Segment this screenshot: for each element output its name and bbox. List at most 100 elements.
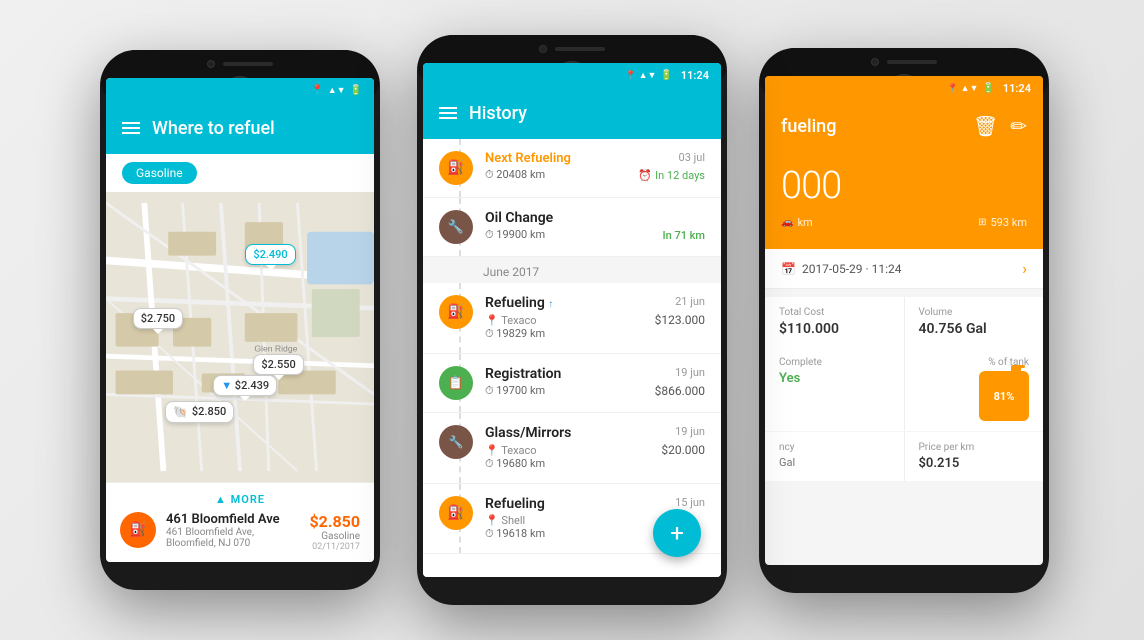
history-item-refueling-1[interactable]: ⛽ Refueling ↑ 21 jun 📍 Texaco $123.000: [423, 283, 721, 354]
glass-km: ⏱ 19680 km: [485, 457, 705, 471]
phone-right: 📍 ▲▼ 🔋 11:24 fueling 🗑 ✏ 000: [759, 48, 1049, 593]
next-refueling-icon: ⛽: [439, 151, 473, 185]
efficiency-cell: ncy Gal: [765, 432, 904, 481]
price-bubble-shell[interactable]: 🐚 $2.850: [165, 401, 234, 423]
glass-icon: 🔧: [439, 425, 473, 459]
glass-sub: 📍 Texaco $20.000: [485, 443, 705, 457]
detail-date: 2017-05-29 · 11:24: [802, 262, 902, 276]
app-bar-left: Where to refuel: [106, 102, 374, 154]
history-item-oil-change[interactable]: 🔧 Oil Change ⏱ 19900 km In 71 km: [423, 198, 721, 257]
refueling-2-title: Refueling: [485, 496, 545, 512]
refueling-1-content: Refueling ↑ 21 jun 📍 Texaco $123.000 ⏱ 1…: [485, 295, 705, 341]
next-refueling-header: Next Refueling 03 jul: [485, 151, 705, 166]
scene: 📍▲▼🔋 Where to refuel Gasoline: [0, 0, 1144, 640]
station-name: 461 Bloomfield Ave: [166, 512, 299, 527]
filter-bar: Gasoline: [106, 154, 374, 192]
station-address: 461 Bloomfield Ave, Bloomfield, NJ 070: [166, 527, 299, 549]
camera-center: [539, 45, 547, 53]
next-refueling-days: ⏰ In 12 days: [638, 169, 705, 182]
registration-icon: 📋: [439, 366, 473, 400]
oil-change-icon: 🔧: [439, 210, 473, 244]
filter-gasoline[interactable]: Gasoline: [122, 162, 197, 184]
next-refueling-content: Next Refueling 03 jul ⏱ 20408 km ⏰ In 12…: [485, 151, 705, 182]
metrics-grid: Total Cost $110.000 Volume 40.756 Gal: [765, 297, 1043, 347]
detail-arrow[interactable]: ›: [1022, 259, 1027, 278]
status-icons-right: 📍 ▲▼ 🔋 11:24: [947, 82, 1031, 95]
more-button[interactable]: ▲ MORE: [120, 493, 360, 512]
glass-title: Glass/Mirrors: [485, 425, 571, 441]
glass-header: Glass/Mirrors 19 jun: [485, 425, 705, 441]
next-refueling-date: 03 jul: [679, 151, 705, 164]
phone-center: 📍 ▲▼ 🔋 11:24 History: [417, 35, 727, 605]
glass-content: Glass/Mirrors 19 jun 📍 Texaco $20.000 ⏱ …: [485, 425, 705, 471]
screen-left: 📍▲▼🔋 Where to refuel Gasoline: [106, 78, 374, 562]
complete-cell: Complete Yes: [765, 347, 904, 431]
detail-stats-row: 🚗 km ⊞ 593 km: [781, 216, 1027, 229]
station-row: ⛽ 461 Bloomfield Ave 461 Bloomfield Ave,…: [120, 512, 360, 552]
menu-icon-center[interactable]: [439, 107, 457, 119]
refueling-1-date: 21 jun: [675, 295, 705, 308]
detail-km-label: km: [797, 216, 812, 229]
camera-right: [871, 58, 879, 66]
history-item-glass[interactable]: 🔧 Glass/Mirrors 19 jun 📍 Texaco $20.000 …: [423, 413, 721, 484]
bottom-row: ncy Gal Price per km $0.215: [765, 432, 1043, 481]
station-price: $2.850: [309, 512, 360, 531]
map-area[interactable]: Glen Ridge $2.490 $2.750 $2.550 ▼ $2.439…: [106, 192, 374, 482]
price-bubble-2[interactable]: $2.750: [133, 308, 183, 329]
complete-value: Yes: [779, 371, 890, 386]
speaker-left: [223, 62, 273, 66]
camera-left: [207, 60, 215, 68]
next-refueling-title: Next Refueling: [485, 151, 571, 166]
price-bubble-1[interactable]: $2.490: [245, 244, 295, 265]
tank-icon: 81%: [979, 371, 1029, 421]
total-cost-label: Total Cost: [779, 307, 890, 318]
station-date: 02/11/2017: [309, 542, 360, 552]
refueling-1-icon: ⛽: [439, 295, 473, 329]
menu-icon-left[interactable]: [122, 122, 140, 134]
delete-icon[interactable]: 🗑: [973, 114, 998, 138]
phone-left: 📍▲▼🔋 Where to refuel Gasoline: [100, 50, 380, 590]
fab-button[interactable]: +: [653, 509, 701, 557]
volume-value: 40.756 Gal: [919, 321, 1030, 337]
oil-change-km: ⏱ 19900 km: [485, 228, 545, 242]
tank-cell: % of tank 81%: [905, 347, 1044, 431]
next-refueling-km: ⏱ 20408 km: [485, 168, 545, 182]
refueling-1-location: 📍 Texaco: [485, 314, 537, 327]
efficiency-label: ncy: [779, 442, 890, 453]
history-item-registration[interactable]: 📋 Registration 19 jun ⏱ 19700 km $866.00…: [423, 354, 721, 413]
glass-amount: $20.000: [661, 443, 705, 457]
tank-indicator-row: 81%: [979, 371, 1029, 421]
detail-date-card: 📅 2017-05-29 · 11:24 ›: [765, 249, 1043, 289]
registration-title: Registration: [485, 366, 561, 382]
registration-sub: ⏱ 19700 km $866.000: [485, 384, 705, 398]
status-icons-left: 📍▲▼🔋: [311, 85, 362, 96]
status-icons-center: 📍 ▲▼ 🔋 11:24: [625, 69, 709, 82]
station-fuel: Gasoline: [309, 531, 360, 542]
detail-hero: 000 🚗 km ⊞ 593 km: [765, 152, 1043, 249]
station-price-info: $2.850 Gasoline 02/11/2017: [309, 512, 360, 552]
refueling-1-title: Refueling ↑: [485, 295, 553, 311]
price-bubble-3[interactable]: $2.550: [253, 354, 303, 375]
refueling-2-date: 15 jun: [675, 496, 705, 509]
app-title-left: Where to refuel: [152, 118, 358, 139]
price-per-km-cell: Price per km $0.215: [905, 432, 1044, 481]
tank-percent: 81%: [994, 390, 1015, 403]
total-cost-value: $110.000: [779, 321, 890, 337]
edit-icon[interactable]: ✏: [1010, 114, 1027, 138]
next-refueling-sub: ⏱ 20408 km ⏰ In 12 days: [485, 168, 705, 182]
refueling-1-amount: $123.000: [655, 313, 705, 327]
station-info: 461 Bloomfield Ave 461 Bloomfield Ave, B…: [166, 512, 299, 549]
volume-cell: Volume 40.756 Gal: [905, 297, 1044, 347]
speaker-center: [555, 47, 605, 51]
history-item-next-refueling[interactable]: ⛽ Next Refueling 03 jul ⏱ 20408 km ⏰ In …: [423, 139, 721, 198]
oil-change-status: In 71 km: [662, 229, 705, 242]
detail-big-number: 000: [781, 164, 1027, 208]
oil-change-title: Oil Change: [485, 210, 553, 226]
total-cost-cell: Total Cost $110.000: [765, 297, 904, 347]
refueling-1-header: Refueling ↑ 21 jun: [485, 295, 705, 311]
price-bubble-4[interactable]: ▼ $2.439: [213, 375, 277, 396]
oil-change-content: Oil Change ⏱ 19900 km In 71 km: [485, 210, 705, 242]
registration-date: 19 jun: [675, 366, 705, 379]
registration-header: Registration 19 jun: [485, 366, 705, 382]
volume-label: Volume: [919, 307, 1030, 318]
